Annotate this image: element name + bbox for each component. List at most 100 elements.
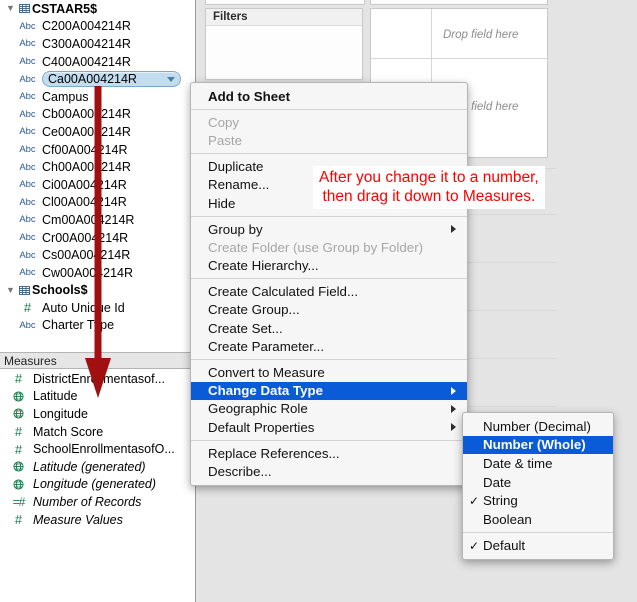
- field-ca00a004214r[interactable]: Abc Ca00A004214R: [0, 70, 195, 88]
- field-chartertype[interactable]: Abc Charter Type: [0, 317, 195, 335]
- submenu-separator: [463, 532, 613, 534]
- menu-item-label: Group by: [208, 221, 263, 237]
- submenu-item-datetime[interactable]: Date & time: [463, 454, 613, 473]
- measure-longitudegenerated[interactable]: Longitude (generated): [0, 476, 195, 494]
- measure-latitudegenerated[interactable]: Latitude (generated): [0, 458, 195, 476]
- menu-item-copy: Copy: [191, 113, 467, 131]
- field-c400a004214r[interactable]: Abc C400A004214R: [0, 53, 195, 71]
- submenu-item-label: Date: [483, 474, 512, 490]
- measure-matchscore[interactable]: # Match Score: [0, 423, 195, 441]
- field-ch00a004214r[interactable]: Abc Ch00A004214R: [0, 158, 195, 176]
- field-label: Ci00A004214R: [42, 177, 127, 192]
- submenu-item-default[interactable]: ✓ Default: [463, 537, 613, 556]
- submenu-item-date[interactable]: Date: [463, 473, 613, 492]
- measures-list[interactable]: # DistrictEnrollmentasof... Latitude Longit…: [0, 370, 195, 528]
- measure-schoolenrollmentasofo[interactable]: # SchoolEnrollmentasofO...: [0, 440, 195, 458]
- field-ce00a004214r[interactable]: Abc Ce00A004214R: [0, 123, 195, 141]
- field-label: C400A004214R: [42, 54, 131, 69]
- field-c400a004214r-abc-icon: Abc: [19, 56, 36, 68]
- menu-item-label: Paste: [208, 132, 243, 148]
- menu-item-label: Geographic Role: [208, 401, 308, 417]
- field-label: Cw00A004214R: [42, 265, 134, 280]
- filters-card[interactable]: Filters: [205, 8, 363, 80]
- submenu-item-label: String: [483, 493, 518, 509]
- submenu-arrow-icon: [451, 423, 456, 432]
- table-node-schools[interactable]: ▼ Schools$: [0, 282, 195, 300]
- menu-item-defaultproperties[interactable]: Default Properties: [191, 418, 467, 436]
- submenu-item-label: Number (Decimal): [483, 418, 591, 434]
- menu-item-createcalculatedfield[interactable]: Create Calculated Field...: [191, 283, 467, 301]
- menu-item-label: Create Folder (use Group by Folder): [208, 239, 424, 255]
- table-name: Schools$: [32, 283, 88, 298]
- menu-item-createhierarchy[interactable]: Create Hierarchy...: [191, 257, 467, 275]
- field-c200a004214r[interactable]: Abc C200A004214R: [0, 18, 195, 36]
- measure-longitude[interactable]: Longitude: [0, 405, 195, 423]
- measure-measurevalues[interactable]: # Measure Values: [0, 511, 195, 529]
- measure-label: DistrictEnrollmentasof...: [33, 371, 165, 386]
- submenu-item-numberwhole[interactable]: Number (Whole): [463, 435, 613, 455]
- field-cw00a004214r[interactable]: Abc Cw00A004214R: [0, 264, 195, 282]
- menu-item-createset[interactable]: Create Set...: [191, 319, 467, 337]
- field-cb00a004214r-abc-icon: Abc: [19, 108, 36, 120]
- menu-item-addtosheet[interactable]: Add to Sheet: [191, 87, 467, 105]
- measure-numberofrecords[interactable]: =# Number of Records: [0, 493, 195, 511]
- measure-schoolenrollmentasofo-number-icon: #: [14, 441, 23, 457]
- menu-item-label: Create Group...: [208, 302, 300, 318]
- field-cr00a004214r[interactable]: Abc Cr00A004214R: [0, 229, 195, 247]
- menu-item-changedatatype[interactable]: Change Data Type: [191, 381, 467, 400]
- data-pane[interactable]: ▼ CSTAAR5$ Abc C200A004214R Abc C300A004214R A…: [0, 0, 196, 602]
- field-campus[interactable]: Abc Campus: [0, 88, 195, 106]
- field-c300a004214r[interactable]: Abc C300A004214R: [0, 35, 195, 53]
- measure-label: SchoolEnrollmentasofO...: [33, 442, 175, 457]
- field-tree[interactable]: ▼ CSTAAR5$ Abc C200A004214R Abc C300A004214R A…: [0, 0, 195, 334]
- submenu-item-label: Boolean: [483, 511, 532, 527]
- field-cf00a004214r[interactable]: Abc Cf00A004214R: [0, 141, 195, 159]
- columns-shelf-strip[interactable]: [205, 0, 365, 5]
- field-c200a004214r-abc-icon: Abc: [19, 20, 36, 32]
- submenu-item-numberdecimal[interactable]: Number (Decimal): [463, 417, 613, 436]
- field-label: Cs00A004214R: [42, 248, 131, 263]
- submenu-item-label: Default: [483, 538, 526, 554]
- menu-item-groupby[interactable]: Group by: [191, 220, 467, 238]
- measure-label: Latitude: [33, 389, 78, 404]
- measure-latitude-geographic-icon: [4, 391, 33, 402]
- menu-item-converttomeasure[interactable]: Convert to Measure: [191, 363, 467, 381]
- measure-districtenrollmentasof[interactable]: # DistrictEnrollmentasof...: [0, 370, 195, 388]
- field-label: Auto Unique Id: [42, 300, 125, 315]
- field-autouniqueid[interactable]: # Auto Unique Id: [0, 299, 195, 317]
- field-ci00a004214r[interactable]: Abc Ci00A004214R: [0, 176, 195, 194]
- menu-item-creategroup[interactable]: Create Group...: [191, 301, 467, 319]
- measure-latitude[interactable]: Latitude: [0, 388, 195, 406]
- selected-field-pill[interactable]: Ca00A004214R: [42, 71, 181, 88]
- submenu-item-boolean[interactable]: Boolean: [463, 510, 613, 529]
- field-campus-abc-icon: Abc: [19, 91, 36, 103]
- drop-field-hint-columns[interactable]: Drop field here: [443, 29, 518, 41]
- menu-item-label: Describe...: [208, 463, 272, 479]
- field-cm00a004214r[interactable]: Abc Cm00A004214R: [0, 211, 195, 229]
- field-cl00a004214r[interactable]: Abc Cl00A004214R: [0, 194, 195, 212]
- annotation-line-1: After you change it to a number,: [319, 169, 539, 186]
- menu-item-replacereferences[interactable]: Replace References...: [191, 444, 467, 462]
- menu-item-label: Convert to Measure: [208, 365, 325, 381]
- field-cs00a004214r[interactable]: Abc Cs00A004214R: [0, 246, 195, 264]
- annotation-line-2: then drag it down to Measures.: [322, 188, 536, 205]
- disclosure-triangle-icon[interactable]: ▼: [4, 285, 17, 295]
- field-label: Charter Type: [42, 318, 115, 333]
- menu-item-geographicrole[interactable]: Geographic Role: [191, 400, 467, 418]
- field-cb00a004214r[interactable]: Abc Cb00A004214R: [0, 106, 195, 124]
- field-label: Campus: [42, 89, 89, 104]
- submenu-item-string[interactable]: ✓ String: [463, 491, 613, 510]
- change-data-type-submenu[interactable]: Number (Decimal) Number (Whole) Date & tim…: [462, 412, 614, 561]
- disclosure-triangle-icon[interactable]: ▼: [4, 4, 17, 13]
- rows-shelf-strip[interactable]: [370, 0, 548, 5]
- menu-item-describe[interactable]: Describe...: [191, 462, 467, 480]
- field-label: Cr00A004214R: [42, 230, 129, 245]
- field-context-menu[interactable]: Add to Sheet Copy Paste Duplicate Rename... H…: [190, 82, 468, 486]
- menu-item-label: Create Parameter...: [208, 338, 325, 354]
- field-label: Cm00A004214R: [42, 212, 135, 227]
- menu-item-createparameter[interactable]: Create Parameter...: [191, 337, 467, 355]
- table-node-cstaar5[interactable]: ▼ CSTAAR5$: [0, 0, 195, 18]
- measure-matchscore-number-icon: #: [14, 424, 23, 440]
- menu-separator: [191, 278, 467, 280]
- chevron-down-icon[interactable]: [167, 76, 175, 82]
